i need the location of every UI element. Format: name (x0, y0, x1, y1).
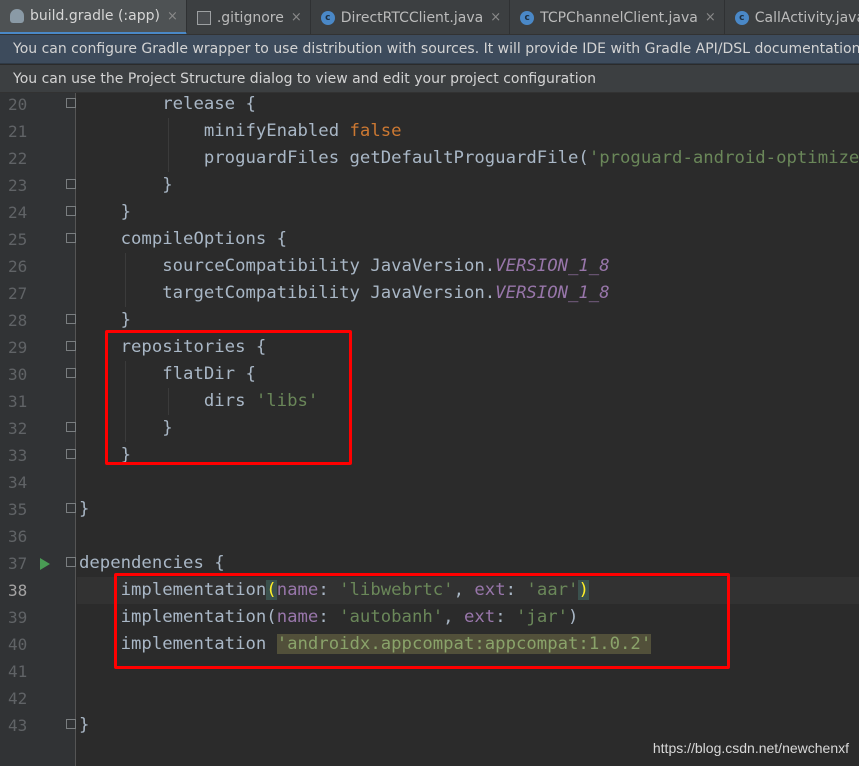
line-number: 30 (8, 365, 28, 384)
line-number: 42 (8, 689, 28, 708)
tab-label: TCPChannelClient.java (540, 9, 698, 26)
tab-tcpchannelclient[interactable]: c TCPChannelClient.java × (510, 0, 725, 34)
fold-marker-icon[interactable] (66, 368, 76, 378)
line-number: 31 (8, 392, 28, 411)
class-icon: c (320, 10, 335, 25)
code-line-22: proguardFiles getDefaultProguardFile('pr… (79, 148, 859, 168)
annotation-box-repositories (105, 330, 352, 465)
line-number: 40 (8, 635, 28, 654)
tab-gitignore[interactable]: .gitignore × (187, 0, 311, 34)
line-number: 28 (8, 311, 28, 330)
line-number: 35 (8, 500, 28, 519)
file-icon (196, 10, 211, 25)
line-number: 43 (8, 716, 28, 735)
fold-marker-icon[interactable] (66, 314, 76, 324)
line-number: 33 (8, 446, 28, 465)
line-number: 27 (8, 284, 28, 303)
close-icon[interactable]: × (291, 10, 302, 25)
code-line-25: compileOptions { (79, 229, 288, 249)
code-line-27: targetCompatibility JavaVersion.VERSION_… (79, 283, 610, 303)
fold-marker-icon[interactable] (66, 449, 76, 459)
line-number: 37 (8, 554, 28, 573)
line-number: 23 (8, 176, 28, 195)
tab-label: DirectRTCClient.java (340, 9, 484, 26)
code-line-21: minifyEnabled false (79, 121, 402, 141)
run-icon[interactable] (40, 558, 50, 570)
tab-directrtcclient[interactable]: c DirectRTCClient.java × (311, 0, 511, 34)
fold-marker-icon[interactable] (66, 503, 76, 513)
code-line-20: release { (79, 94, 256, 114)
tab-label: .gitignore (216, 9, 284, 26)
code-line-43: } (79, 715, 90, 735)
line-number: 29 (8, 338, 28, 357)
line-number: 34 (8, 473, 28, 492)
close-icon[interactable]: × (705, 10, 716, 25)
fold-marker-icon[interactable] (66, 341, 76, 351)
fold-marker-icon[interactable] (66, 557, 76, 567)
line-number: 20 (8, 95, 28, 114)
project-structure-notification[interactable]: You can use the Project Structure dialog… (0, 65, 859, 93)
tab-callactivity[interactable]: c CallActivity.java (725, 0, 859, 34)
close-icon[interactable]: × (167, 9, 178, 24)
line-number: 26 (8, 257, 28, 276)
fold-marker-icon[interactable] (66, 179, 76, 189)
fold-marker-icon[interactable] (66, 206, 76, 216)
code-line-24: } (79, 202, 132, 222)
fold-marker-icon[interactable] (66, 422, 76, 432)
class-icon: c (520, 10, 535, 25)
tab-label: CallActivity.java (754, 9, 859, 26)
line-number: 39 (8, 608, 28, 627)
line-number: 25 (8, 230, 28, 249)
watermark: https://blog.csdn.net/newchenxf (652, 740, 849, 756)
code-editor[interactable]: release { minifyEnabled false proguardFi… (77, 93, 859, 766)
class-icon: c (734, 10, 749, 25)
fold-marker-icon[interactable] (66, 98, 76, 108)
tab-build-gradle[interactable]: build.gradle (:app) × (0, 0, 187, 34)
line-number: 36 (8, 527, 28, 546)
gradle-wrapper-notification[interactable]: You can configure Gradle wrapper to use … (0, 35, 859, 64)
line-number: 21 (8, 122, 28, 141)
annotation-box-dependencies (114, 573, 730, 669)
editor-tab-bar: build.gradle (:app) × .gitignore × c Dir… (0, 0, 859, 35)
line-number: 38 (8, 581, 28, 600)
code-line-26: sourceCompatibility JavaVersion.VERSION_… (79, 256, 610, 276)
editor-gutter[interactable]: 20 21 22 23 24 25 26 27 28 29 30 31 32 3… (0, 93, 76, 766)
line-number: 32 (8, 419, 28, 438)
tab-label: build.gradle (:app) (30, 8, 160, 24)
close-icon[interactable]: × (490, 10, 501, 25)
gradle-icon (10, 9, 24, 23)
line-number: 24 (8, 203, 28, 222)
line-number: 22 (8, 149, 28, 168)
line-number: 41 (8, 662, 28, 681)
fold-marker-icon[interactable] (66, 233, 76, 243)
fold-marker-icon[interactable] (66, 719, 76, 729)
code-line-35: } (79, 499, 90, 519)
code-line-23: } (79, 175, 173, 195)
